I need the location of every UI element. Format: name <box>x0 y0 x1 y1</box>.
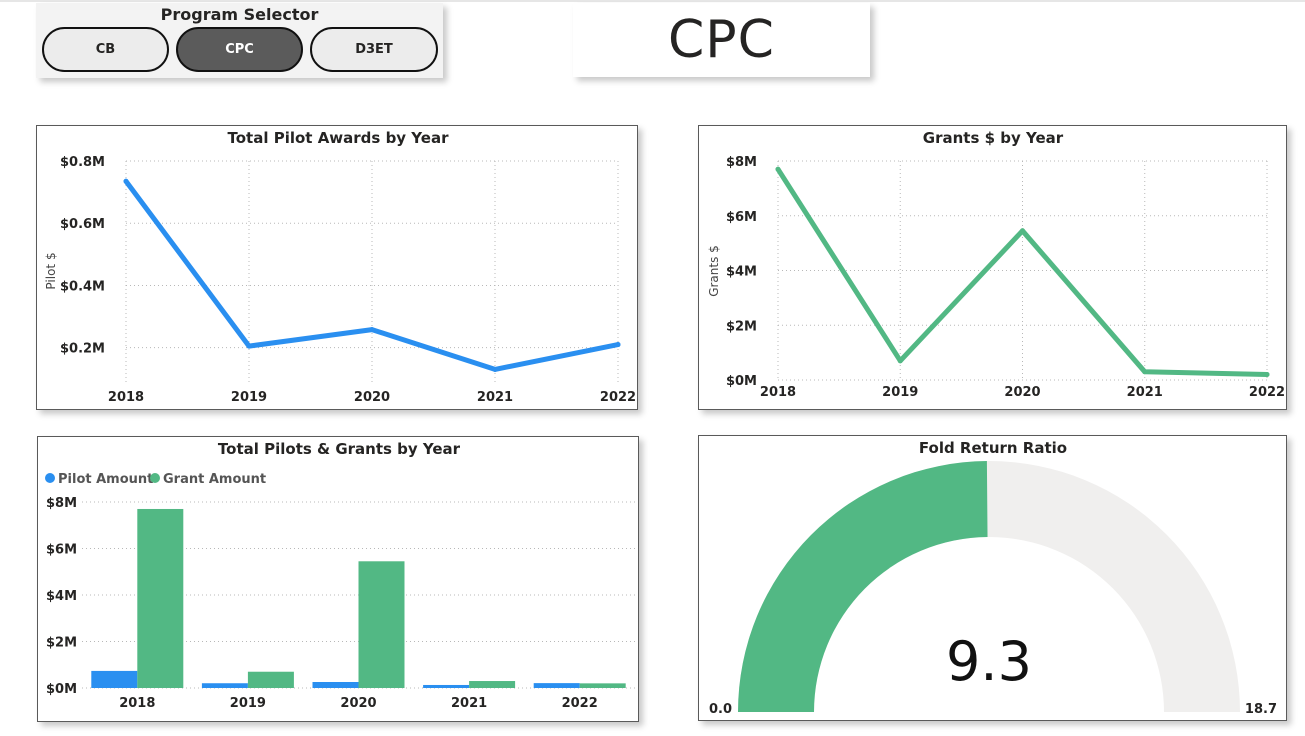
pilot-awards-ytick: $0.8M <box>60 155 105 170</box>
pilot-awards-point <box>492 366 498 372</box>
pilots-grants-ytick: $8M <box>46 496 77 511</box>
pilots-grants-ytick: $6M <box>46 543 77 558</box>
gauge-value: 9.3 <box>946 630 1032 693</box>
legend-grant-marker <box>150 473 160 483</box>
pilot-awards-panel: Total Pilot Awards by Year Pilot $ $0.2M… <box>36 125 638 410</box>
pilot-awards-ylabel: Pilot $ <box>44 252 58 289</box>
pilots-grants-bar-pilot <box>423 684 470 688</box>
program-option-cpc[interactable]: CPC <box>176 27 303 72</box>
fold-return-gauge: Fold Return Ratio 9.3 0.0 18.7 <box>709 439 1277 717</box>
pilots-grants-bar-pilot <box>91 670 138 688</box>
grants-ylabel: Grants $ <box>707 245 721 297</box>
pilots-grants-ytick: $2M <box>46 636 77 651</box>
grants-xtick: 2022 <box>1249 385 1285 400</box>
selected-program-card: CPC <box>573 3 870 77</box>
pilots-grants-xtick: 2018 <box>119 696 155 711</box>
pilots-grants-xtick: 2022 <box>562 696 598 711</box>
pilot-awards-point <box>615 342 621 348</box>
grants-xtick: 2020 <box>1004 385 1040 400</box>
pilot-awards-xtick: 2022 <box>600 390 636 405</box>
grants-point <box>1020 228 1025 234</box>
grants-point <box>1264 372 1270 378</box>
pilot-awards-xtick: 2018 <box>108 390 144 405</box>
pilots-grants-xtick: 2021 <box>451 696 487 711</box>
pilots-grants-chart: Total Pilots & Grants by Year Pilot Amou… <box>45 440 635 711</box>
pilots-grants-ytick: $4M <box>46 589 77 604</box>
pilots-grants-bar-grant <box>137 508 184 688</box>
grants-xtick: 2019 <box>882 385 918 400</box>
program-selector-title: Program Selector <box>160 5 319 24</box>
fold-return-title: Fold Return Ratio <box>919 439 1067 457</box>
pilot-awards-point <box>123 178 129 184</box>
pilot-awards-chart: Total Pilot Awards by Year Pilot $ $0.2M… <box>44 129 636 405</box>
pilot-awards-xtick: 2021 <box>477 390 513 405</box>
program-selector: Program Selector CB CPC D3ET <box>36 3 443 78</box>
pilot-awards-point <box>369 327 375 333</box>
legend-grant-label[interactable]: Grant Amount <box>163 472 266 487</box>
pilots-grants-bar-grant <box>247 671 294 688</box>
pilot-awards-xtick: 2019 <box>231 390 267 405</box>
pilots-grants-bar-grant <box>358 561 405 688</box>
grants-ytick: $8M <box>726 155 757 170</box>
grants-panel: Grants $ by Year Grants $ $0M $2M $4M $6M $8… <box>698 125 1287 410</box>
fold-return-panel: Fold Return Ratio 9.3 0.0 18.7 <box>698 435 1287 721</box>
pilots-grants-xtick: 2020 <box>340 696 376 711</box>
pilots-grants-bar-pilot <box>533 683 580 688</box>
gauge-min-label: 0.0 <box>709 702 732 717</box>
grants-ytick: $4M <box>726 265 757 280</box>
pilot-awards-point <box>246 343 252 349</box>
grants-ytick: $2M <box>726 319 757 334</box>
pilots-grants-bar-grant <box>579 683 626 688</box>
grants-point <box>775 166 781 172</box>
gauge-max-label: 18.7 <box>1245 702 1277 717</box>
program-option-cb[interactable]: CB <box>42 27 169 72</box>
program-option-d3et[interactable]: D3ET <box>310 27 438 72</box>
grants-point <box>897 358 903 364</box>
pilots-grants-xtick: 2019 <box>230 696 266 711</box>
pilots-grants-bar-pilot <box>201 683 248 688</box>
grants-series-line <box>775 166 1270 377</box>
legend-pilot-label[interactable]: Pilot Amount <box>58 472 153 487</box>
grants-xtick: 2021 <box>1127 385 1163 400</box>
pilot-awards-ytick: $0.6M <box>60 217 105 232</box>
pilots-grants-bar-pilot <box>312 682 359 688</box>
pilot-awards-title: Total Pilot Awards by Year <box>228 129 450 147</box>
pilot-awards-ytick: $0.2M <box>60 342 105 357</box>
grants-xtick: 2018 <box>760 385 796 400</box>
legend-pilot-marker <box>45 473 55 483</box>
grants-ytick: $0M <box>726 374 757 389</box>
pilot-awards-ytick: $0.4M <box>60 279 105 294</box>
grants-title: Grants $ by Year <box>923 129 1064 147</box>
top-divider <box>0 0 1305 2</box>
grants-ytick: $6M <box>726 210 757 225</box>
grants-point <box>1142 369 1148 375</box>
pilots-grants-ytick: $0M <box>46 682 77 697</box>
grants-chart: Grants $ by Year Grants $ $0M $2M $4M $6M $8… <box>707 129 1285 400</box>
pilot-awards-xtick: 2020 <box>354 390 390 405</box>
pilots-grants-bar-grant <box>469 681 516 688</box>
pilots-grants-title: Total Pilots & Grants by Year <box>218 440 461 458</box>
pilots-grants-panel: Total Pilots & Grants by Year Pilot Amou… <box>37 436 639 722</box>
